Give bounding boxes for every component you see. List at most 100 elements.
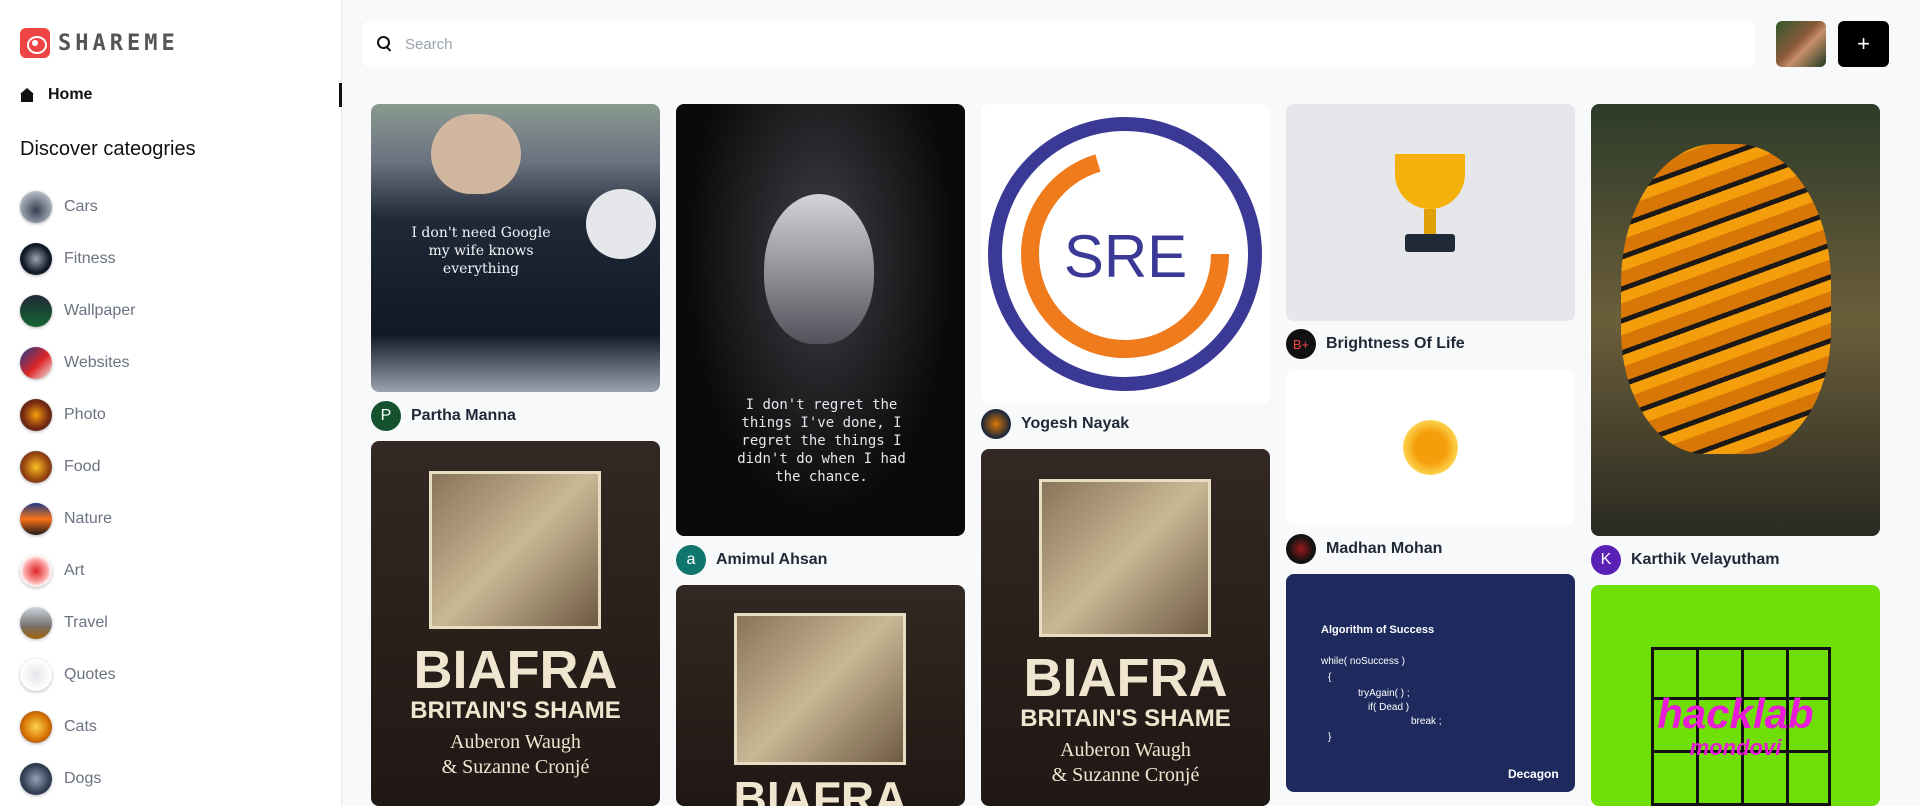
author-name: Madhan Mohan — [1326, 540, 1443, 557]
book-authors: Auberon Waugh — [1060, 739, 1191, 761]
author-avatar: K — [1591, 545, 1621, 575]
sidebar-item-dogs[interactable]: Dogs — [20, 753, 135, 805]
author-avatar — [1286, 534, 1316, 564]
search-bar[interactable] — [363, 21, 1755, 67]
category-thumbnail — [20, 503, 52, 535]
pin-image[interactable] — [1591, 104, 1880, 536]
book-cover-photo — [734, 613, 906, 765]
category-thumbnail — [20, 659, 52, 691]
category-thumbnail — [20, 451, 52, 483]
quote-text: I don't regret the things I've done, I r… — [737, 397, 906, 485]
sidebar-item-home[interactable]: Home — [20, 83, 342, 107]
author-name: Yogesh Nayak — [1021, 415, 1130, 432]
sidebar: SHAREME Home Discover cateogries Cars Fi… — [0, 0, 342, 806]
pin-author[interactable]: Madhan Mohan — [1286, 534, 1442, 564]
sidebar-item-fitness[interactable]: Fitness — [20, 233, 135, 285]
sidebar-item-label: Food — [64, 458, 101, 475]
sidebar-item-nature[interactable]: Nature — [20, 493, 135, 545]
sidebar-item-cats[interactable]: Cats — [20, 701, 135, 753]
category-thumbnail — [20, 399, 52, 431]
logo-text: SHAREME — [58, 30, 179, 56]
brand-text: Decagon — [1508, 767, 1559, 781]
code-line: if( Dead ) — [1368, 702, 1410, 713]
code-line: { — [1328, 672, 1332, 683]
pin-image[interactable]: Algorithm of Success while( noSuccess ) … — [1286, 574, 1575, 792]
code-line: while( noSuccess ) — [1321, 656, 1405, 667]
book-cover-photo — [429, 471, 601, 629]
sidebar-item-label: Nature — [64, 510, 113, 527]
pin-image[interactable] — [1286, 104, 1575, 321]
code-line: tryAgain( ) ; — [1358, 688, 1410, 699]
code-heading: Algorithm of Success — [1321, 624, 1435, 636]
sidebar-item-label: Fitness — [64, 250, 116, 267]
sidebar-item-label: Websites — [64, 354, 130, 371]
sidebar-item-food[interactable]: Food — [20, 441, 135, 493]
category-thumbnail — [20, 711, 52, 743]
book-authors: & Suzanne Cronjé — [1051, 764, 1200, 786]
pin-image[interactable]: I don't need Google my wife knows everyt… — [371, 104, 660, 392]
sidebar-item-label: Cats — [64, 718, 97, 735]
home-icon — [20, 88, 34, 102]
sidebar-item-quotes[interactable]: Quotes — [20, 649, 135, 701]
sidebar-item-art[interactable]: Art — [20, 545, 135, 597]
category-thumbnail — [20, 191, 52, 223]
sidebar-item-travel[interactable]: Travel — [20, 597, 135, 649]
sidebar-item-wallpaper[interactable]: Wallpaper — [20, 285, 135, 337]
author-name: Karthik Velayutham — [1631, 551, 1780, 568]
author-name: Amimul Ahsan — [716, 551, 828, 568]
category-thumbnail — [20, 347, 52, 379]
pin-image[interactable]: I don't regret the things I've done, I r… — [676, 104, 965, 536]
pin-image[interactable]: BIAFRA BRITAIN'S SHAME Auberon Waugh & S… — [371, 441, 660, 806]
sidebar-item-label: Art — [64, 562, 85, 579]
pin-author[interactable]: K Karthik Velayutham — [1591, 545, 1780, 575]
sidebar-item-label: Quotes — [64, 666, 116, 683]
active-indicator — [339, 83, 342, 107]
category-thumbnail — [20, 555, 52, 587]
pin-image[interactable]: BIAFRA — [676, 585, 965, 806]
author-avatar: a — [676, 545, 706, 575]
sidebar-item-label: Photo — [64, 406, 106, 423]
tiger-figure — [1621, 144, 1831, 454]
sre-logo-text: SRE — [1063, 223, 1188, 290]
shirt-text: I don't need Google my wife knows everyt… — [411, 225, 551, 277]
author-avatar: P — [371, 401, 401, 431]
book-subtitle: BRITAIN'S SHAME — [1020, 705, 1231, 732]
code-line: } — [1328, 732, 1332, 743]
hacklab-subtext: mondovi — [1689, 735, 1782, 760]
sidebar-item-label: Travel — [64, 614, 108, 631]
category-list: Cars Fitness Wallpaper Websites Photo Fo… — [20, 181, 135, 805]
hacklab-text: hacklab — [1657, 690, 1814, 737]
book-title: BIAFRA — [733, 772, 908, 806]
sidebar-item-label: Cars — [64, 198, 98, 215]
search-icon — [377, 36, 393, 52]
sidebar-item-websites[interactable]: Websites — [20, 337, 135, 389]
author-avatar: B+ — [1286, 329, 1316, 359]
pin-author[interactable]: a Amimul Ahsan — [676, 545, 827, 575]
pin-image[interactable]: SRE — [981, 104, 1270, 404]
pin-author[interactable]: B+ Brightness Of Life — [1286, 329, 1465, 359]
user-avatar[interactable] — [1776, 21, 1826, 67]
app-logo[interactable]: SHAREME — [20, 28, 179, 58]
code-line: break ; — [1411, 716, 1442, 727]
book-cover-photo — [1039, 479, 1211, 637]
sidebar-item-photo[interactable]: Photo — [20, 389, 135, 441]
sidebar-item-cars[interactable]: Cars — [20, 181, 135, 233]
pin-image[interactable]: hacklab mondovi — [1591, 585, 1880, 806]
pin-image[interactable]: BIAFRA BRITAIN'S SHAME Auberon Waugh & S… — [981, 449, 1270, 806]
trophy-icon — [1385, 154, 1475, 254]
category-thumbnail — [20, 243, 52, 275]
book-authors: Auberon Waugh — [450, 731, 581, 753]
category-thumbnail — [20, 295, 52, 327]
book-subtitle: BRITAIN'S SHAME — [410, 697, 621, 724]
pin-author[interactable]: P Partha Manna — [371, 401, 516, 431]
add-pin-button[interactable]: + — [1838, 21, 1889, 67]
author-avatar — [981, 409, 1011, 439]
search-input[interactable] — [405, 35, 1705, 53]
discover-title: Discover cateogries — [20, 138, 196, 160]
book-title: BIAFRA — [1023, 648, 1228, 708]
pin-image[interactable] — [1286, 370, 1575, 525]
sidebar-item-label: Dogs — [64, 770, 102, 787]
sidebar-item-label: Home — [48, 86, 93, 103]
pin-author[interactable]: Yogesh Nayak — [981, 409, 1129, 439]
book-authors: & Suzanne Cronjé — [441, 756, 590, 778]
